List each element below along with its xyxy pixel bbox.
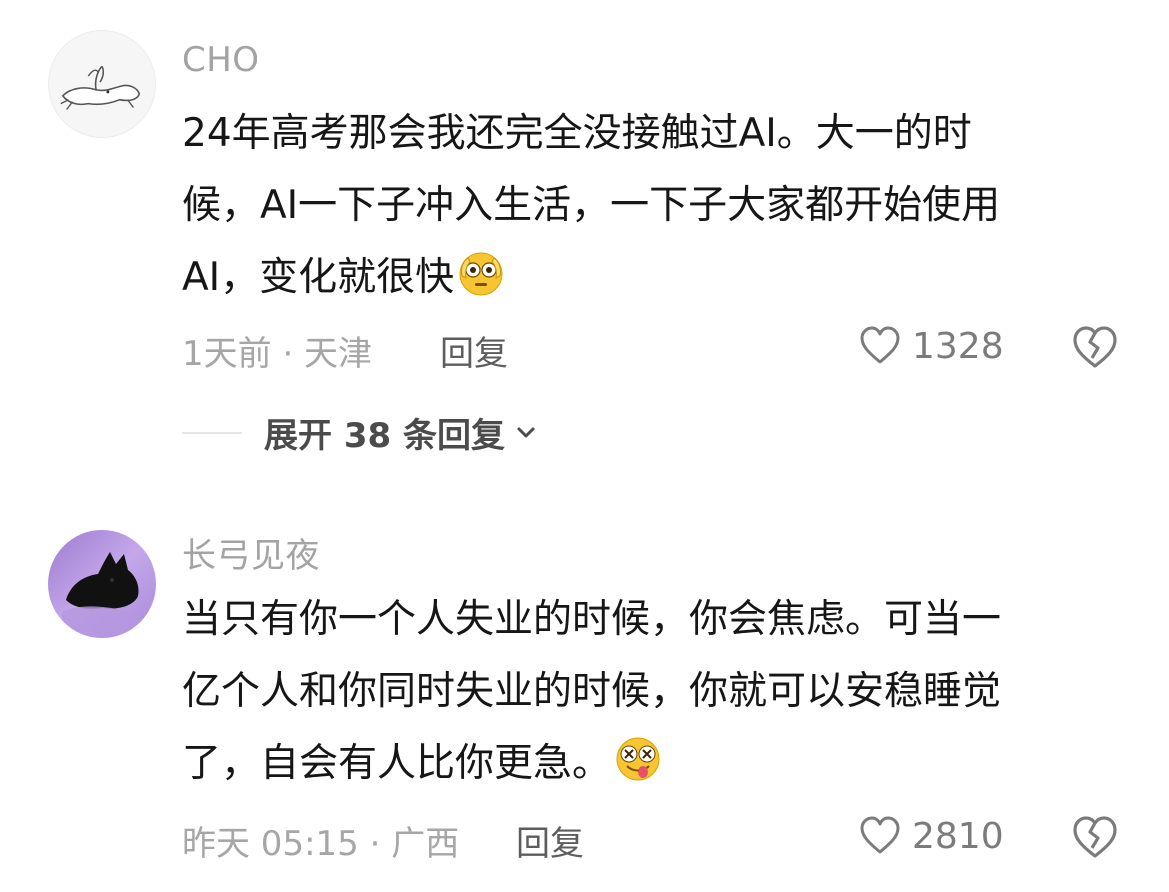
- dislike-button[interactable]: [1070, 322, 1120, 372]
- comment-thread: CHO 24年高考那会我还完全没接触过AI。大一的时 候，AI一下子冲入生活，一…: [0, 0, 1169, 892]
- comment-line-text: 了，自会有人比你更急。: [182, 741, 612, 786]
- heart-icon: [860, 816, 900, 854]
- like-count: 2810: [912, 815, 1004, 857]
- comment-line: 了，自会有人比你更急。: [182, 728, 1142, 800]
- like-button[interactable]: 2810: [858, 814, 1004, 858]
- heart-icon: [860, 326, 900, 364]
- comment-line: 候，AI一下子冲入生活，一下子大家都开始使用: [182, 183, 1001, 228]
- dislike-button[interactable]: [1070, 812, 1120, 862]
- broken-heart-icon: [1073, 816, 1117, 858]
- zany-face-emoji-icon: [616, 737, 660, 781]
- flushed-face-emoji-icon: [459, 252, 503, 296]
- expand-replies-label[interactable]: 展开 38 条回复: [264, 408, 505, 457]
- comment-line: AI，变化就很快: [182, 242, 1142, 314]
- like-count: 1328: [912, 325, 1004, 367]
- divider: [182, 431, 242, 434]
- comment-line: 当只有你一个人失业的时候，你会焦虑。可当一: [182, 597, 1002, 642]
- broken-heart-icon: [1073, 326, 1117, 368]
- comment-text: 当只有你一个人失业的时候，你会焦虑。可当一 亿个人和你同时失业的时候，你就可以安…: [182, 584, 1142, 800]
- expand-replies[interactable]: 展开 38 条回复: [182, 408, 539, 457]
- comment-line-text: AI，变化就很快: [182, 255, 455, 300]
- comment-line: 亿个人和你同时失业的时候，你就可以安稳睡觉: [182, 669, 1002, 714]
- reply-button[interactable]: 回复: [516, 816, 584, 865]
- username[interactable]: 长弓见夜: [182, 528, 320, 577]
- rabbit-doodle-icon: [60, 65, 141, 110]
- like-button[interactable]: 1328: [858, 324, 1004, 368]
- comment-meta: 1天前 · 天津: [182, 334, 373, 374]
- comment-text: 24年高考那会我还完全没接触过AI。大一的时 候，AI一下子冲入生活，一下子大家…: [182, 98, 1142, 314]
- avatar[interactable]: [48, 30, 156, 138]
- comment-line: 24年高考那会我还完全没接触过AI。大一的时: [182, 111, 972, 156]
- comment-meta: 昨天 05:15 · 广西: [182, 824, 460, 864]
- username[interactable]: CHO: [182, 40, 260, 80]
- avatar[interactable]: [48, 530, 156, 638]
- black-cat-photo-icon: [48, 530, 156, 638]
- chevron-down-icon: [517, 427, 535, 437]
- reply-button[interactable]: 回复: [440, 326, 508, 375]
